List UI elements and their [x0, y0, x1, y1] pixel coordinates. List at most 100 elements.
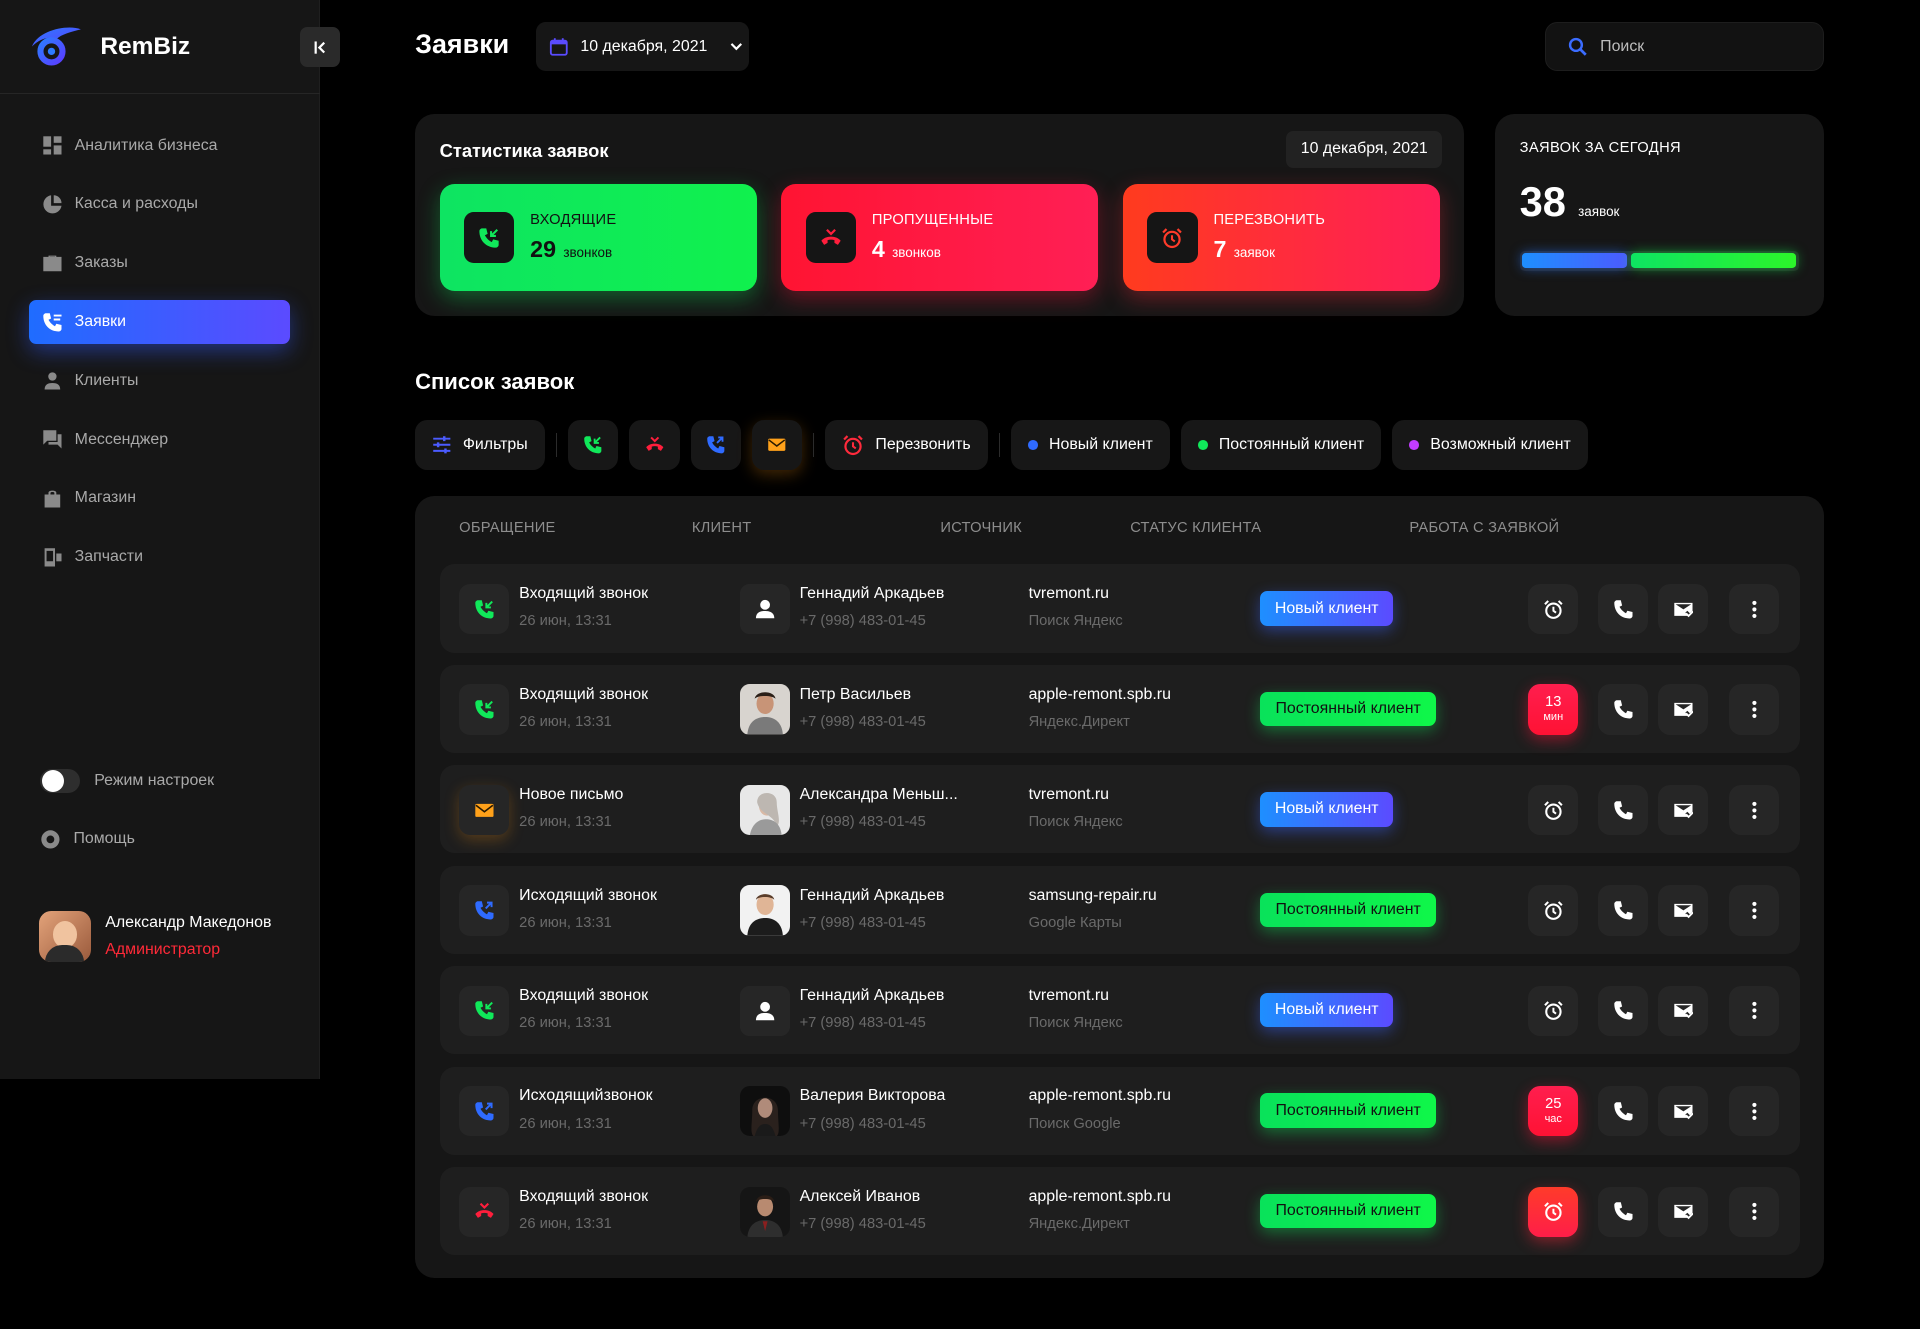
filter-outgoing-button[interactable] [690, 420, 741, 471]
brand[interactable]: RemBiz [27, 22, 190, 71]
filter-incoming-button[interactable] [568, 420, 619, 471]
source-site: apple-remont.spb.ru [1028, 685, 1171, 703]
mail-button[interactable] [1657, 1186, 1709, 1237]
mail-button[interactable] [1657, 1086, 1709, 1137]
status-badge[interactable]: Новый клиент [1259, 993, 1394, 1028]
status-badge[interactable]: Постоянный клиент [1259, 892, 1437, 927]
missed-call-icon [645, 437, 663, 452]
call-button[interactable] [1597, 1086, 1649, 1137]
more-button[interactable] [1728, 684, 1780, 735]
more-button[interactable] [1728, 1086, 1780, 1137]
client-name[interactable]: Геннадий Аркадьев [800, 987, 945, 1005]
more-button[interactable] [1728, 985, 1780, 1036]
filter-possible-client-button[interactable]: Возможный клиент [1392, 420, 1588, 471]
filter-separator [812, 432, 815, 458]
request-type: Входящий звонок [519, 585, 649, 603]
today-unit: заявок [1578, 203, 1620, 219]
call-button[interactable] [1597, 584, 1649, 635]
collapse-left-icon [314, 41, 325, 54]
filters-button[interactable]: Фильтры [415, 420, 545, 471]
alarm-button[interactable] [1528, 584, 1579, 635]
request-type-icon-box [459, 885, 510, 936]
alarm-button[interactable] [1528, 784, 1579, 836]
call-button[interactable] [1597, 985, 1649, 1036]
user-name: Александр Македонов [105, 914, 272, 932]
status-badge[interactable]: Постоянный клиент [1259, 1093, 1437, 1128]
filter-new-client-button[interactable]: Новый клиент [1011, 420, 1170, 471]
request-date: 26 июн, 13:31 [519, 1015, 612, 1032]
collapse-sidebar-button[interactable] [300, 26, 341, 68]
more-button[interactable] [1728, 1186, 1780, 1237]
client-photo-image [739, 1186, 790, 1237]
outgoing-call-icon [707, 436, 725, 454]
search-box[interactable] [1545, 22, 1825, 71]
sidebar-item-orders[interactable]: Заказы [29, 241, 290, 285]
status-badge[interactable]: Новый клиент [1259, 591, 1394, 626]
sidebar-item-cash[interactable]: Касса и расходы [29, 182, 290, 226]
table-row[interactable]: Входящий звонок 26 июн, 13:31 Петр Васил… [439, 664, 1800, 754]
sidebar-item-shop[interactable]: Магазин [29, 476, 290, 520]
sidebar-item-analytics[interactable]: Аналитика бизнеса [29, 124, 290, 168]
status-badge[interactable]: Постоянный клиент [1259, 691, 1437, 727]
callback-timer[interactable]: 13 мин [1528, 684, 1579, 735]
sidebar-item-messenger[interactable]: Мессенджер [29, 418, 290, 462]
filter-callback-button[interactable]: Перезвонить [825, 420, 988, 471]
stats-date-button[interactable]: 10 декабря, 2021 [1286, 131, 1443, 168]
alarm-button[interactable] [1528, 885, 1579, 936]
stat-card-callback[interactable]: ПЕРЕЗВОНИТЬ 7 заявок [1122, 183, 1440, 292]
client-name[interactable]: Петр Васильев [800, 686, 911, 704]
request-type: Исходящий звонок [519, 886, 657, 904]
table-row[interactable]: Входящий звонок 26 июн, 13:31 Геннадий А… [439, 564, 1800, 653]
request-type-icon-box [459, 985, 510, 1036]
request-type: Входящий звонок [519, 986, 649, 1004]
more-button[interactable] [1728, 784, 1780, 836]
table-row[interactable]: Новое письмо 26 июн, 13:31 Александра Ме… [439, 765, 1800, 854]
sidebar-item-label: Магазин [74, 489, 137, 507]
source-site: apple-remont.spb.ru [1028, 1187, 1171, 1205]
call-button[interactable] [1597, 885, 1649, 936]
call-button[interactable] [1597, 684, 1649, 735]
table-row[interactable]: Исходящийзвонок 26 июн, 13:31 Валерия Ви… [439, 1066, 1800, 1155]
client-name[interactable]: Геннадий Аркадьев [800, 585, 945, 603]
call-button[interactable] [1597, 784, 1649, 836]
mail-button[interactable] [1657, 885, 1709, 936]
user-profile[interactable]: Александр Македонов Администратор [39, 911, 272, 963]
alarm-button[interactable] [1528, 985, 1579, 1036]
mail-button[interactable] [1657, 684, 1709, 735]
more-button[interactable] [1728, 584, 1780, 635]
client-name[interactable]: Александра Меньш... [800, 786, 958, 804]
mail-button[interactable] [1657, 985, 1709, 1036]
filter-email-button[interactable] [751, 420, 802, 471]
stat-value: 29 [530, 235, 557, 262]
stat-card-missed[interactable]: ПРОПУЩЕННЫЕ 4 звонков [781, 183, 1099, 292]
table-row[interactable]: Входящий звонок 26 июн, 13:31 Геннадий А… [439, 966, 1800, 1055]
settings-mode-toggle[interactable] [40, 768, 80, 794]
callback-timer[interactable]: 25 час [1528, 1086, 1579, 1137]
filter-regular-client-button[interactable]: Постоянный клиент [1180, 420, 1382, 471]
client-name[interactable]: Алексей Иванов [800, 1188, 921, 1206]
incoming-call-icon [475, 700, 494, 719]
status-badge[interactable]: Постоянный клиент [1259, 1193, 1437, 1229]
date-picker[interactable]: 10 декабря, 2021 [536, 22, 750, 71]
mail-check-icon [1673, 1004, 1694, 1019]
sidebar-item-requests[interactable]: Заявки [29, 299, 291, 345]
search-input[interactable] [1600, 37, 1797, 56]
table-row[interactable]: Исходящий звонок 26 июн, 13:31 Геннадий … [439, 865, 1800, 954]
client-name[interactable]: Валерия Викторова [800, 1087, 946, 1105]
help-link[interactable]: Помощь [40, 829, 135, 850]
sidebar-item-clients[interactable]: Клиенты [29, 359, 290, 403]
more-button[interactable] [1728, 885, 1780, 936]
status-badge[interactable]: Новый клиент [1259, 792, 1394, 827]
client-name[interactable]: Геннадий Аркадьев [800, 887, 945, 905]
mail-button[interactable] [1657, 784, 1709, 836]
alarm-button-active[interactable] [1528, 1186, 1579, 1237]
call-button[interactable] [1597, 1186, 1649, 1237]
stat-card-incoming[interactable]: ВХОДЯЩИЕ 29 звонков [439, 183, 757, 292]
mail-button[interactable] [1657, 584, 1709, 635]
sidebar-item-parts[interactable]: Запчасти [29, 535, 290, 579]
settings-mode-toggle-row[interactable]: Режим настроек [40, 768, 214, 794]
filter-missed-button[interactable] [629, 420, 680, 471]
table-row[interactable]: Входящий звонок 26 июн, 13:31 Алексей Ив… [439, 1166, 1800, 1256]
client-photo [739, 784, 790, 836]
phone-icon [1613, 1202, 1633, 1221]
